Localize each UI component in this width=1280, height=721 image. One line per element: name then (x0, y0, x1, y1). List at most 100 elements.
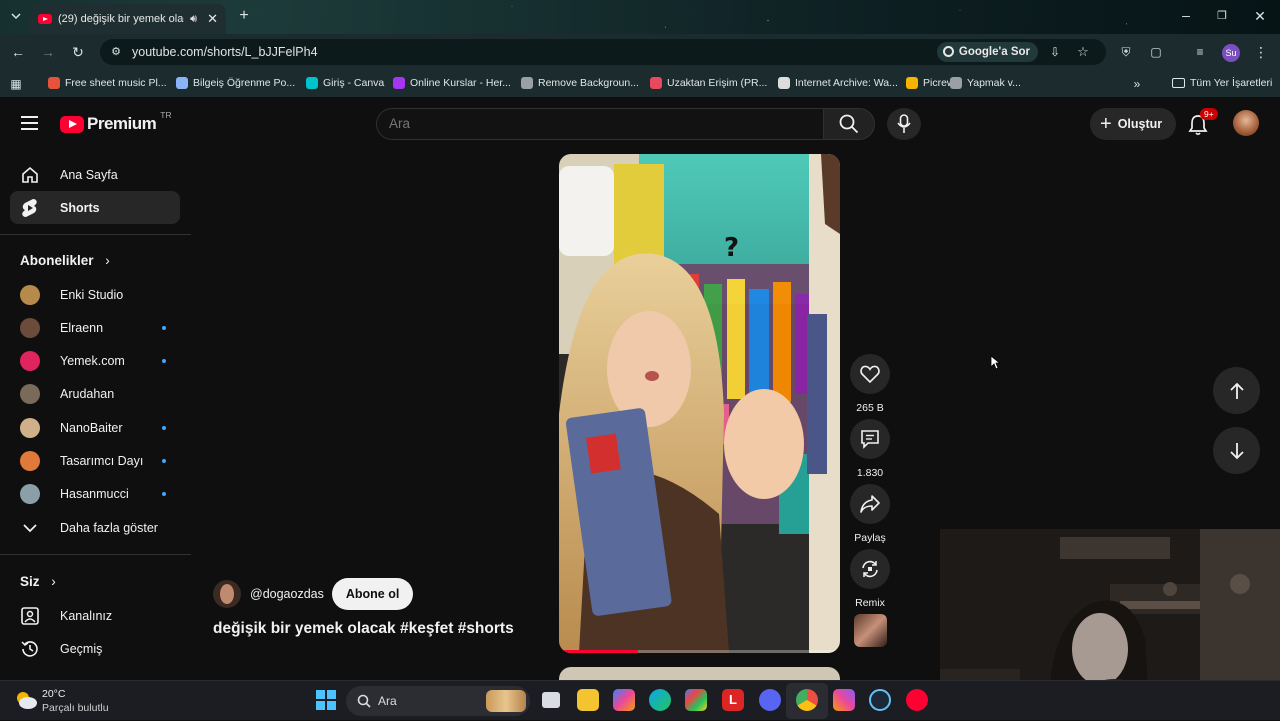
google-ask-button[interactable]: Google'a Sor (936, 42, 1038, 62)
tab-audio-icon[interactable]: 🔊︎ (190, 13, 197, 26)
remix-action[interactable]: Remix (850, 549, 890, 609)
bookmark-item[interactable]: Remove Backgroun... (521, 77, 639, 89)
file-explorer-icon[interactable] (577, 689, 599, 711)
subscription-item[interactable]: Yemek.com (10, 345, 180, 378)
letter-l-app-icon[interactable]: L (722, 689, 744, 711)
weather-widget[interactable]: 20°C Parçalı bulutlu (0, 681, 130, 721)
media-control-icon[interactable]: ≡ (1192, 44, 1208, 60)
sidebar-item-shorts[interactable]: Shorts (10, 191, 180, 224)
profile-avatar[interactable]: Su (1222, 44, 1240, 62)
store-icon[interactable] (685, 689, 707, 711)
like-action[interactable]: 265 B (850, 354, 890, 414)
instagram-icon[interactable] (833, 689, 855, 711)
bookmarks-overflow-icon[interactable]: » (1130, 76, 1144, 92)
bookmark-item[interactable]: Bilgeiş Öğrenme Po... (176, 77, 295, 89)
taskbar-search[interactable]: Ara (346, 686, 530, 716)
show-more-label: Daha fazla göster (60, 520, 158, 535)
window-close-icon[interactable]: ✕ (1252, 8, 1268, 24)
share-icon (860, 495, 880, 513)
sound-thumbnail[interactable] (854, 614, 887, 647)
account-avatar[interactable] (1233, 110, 1259, 136)
minimize-icon[interactable]: – (1178, 7, 1194, 23)
back-icon[interactable]: ← (10, 44, 26, 60)
forward-icon[interactable]: → (40, 44, 56, 60)
all-bookmarks-folder[interactable]: Tüm Yer İşaretleri (1172, 77, 1272, 89)
subscription-item[interactable]: Hasanmucci (10, 478, 180, 511)
discord-icon[interactable] (759, 689, 781, 711)
like-button[interactable] (850, 354, 890, 394)
chevron-right-icon: › (51, 574, 56, 589)
install-app-icon[interactable]: ⇩ (1048, 44, 1062, 60)
search-input[interactable] (389, 116, 789, 131)
bookmark-favicon-icon (778, 77, 790, 89)
next-short-button[interactable] (1213, 427, 1260, 474)
remix-button[interactable] (850, 549, 890, 589)
you-header[interactable]: Siz › (20, 574, 56, 589)
browser-tab[interactable]: (29) değişik bir yemek olacak #keşfet #s… (30, 4, 226, 34)
channel-handle[interactable]: @dogaozdas (250, 587, 324, 601)
subscribe-button[interactable]: Abone ol (331, 578, 414, 610)
folder-icon (1172, 78, 1185, 88)
channel-avatar[interactable] (213, 580, 241, 608)
bookmark-item[interactable]: Uzaktan Erişim (PR... (650, 77, 767, 89)
reload-icon[interactable]: ↻ (70, 44, 86, 60)
copilot-icon[interactable] (613, 689, 635, 711)
new-tab-icon[interactable]: + (236, 8, 252, 24)
tab-search-icon[interactable] (8, 9, 24, 25)
bookmark-item[interactable]: Picrew (906, 77, 955, 89)
bookmark-star-icon[interactable]: ☆ (1076, 44, 1090, 60)
short-title[interactable]: değişik bir yemek olacak #keşfet #shorts (213, 620, 514, 638)
windows-start-icon[interactable] (316, 690, 336, 710)
create-button[interactable]: + Oluştur (1090, 108, 1176, 140)
bookmark-item[interactable]: Giriş - Canva (306, 77, 384, 89)
sidebar-item-your-channel[interactable]: Kanalınız (10, 599, 180, 632)
comment-action[interactable]: 1.830 (850, 419, 890, 479)
url-text[interactable]: youtube.com/shorts/L_bJJFelPh4 (132, 45, 318, 59)
subscription-item[interactable]: Arudahan (10, 378, 180, 411)
subscription-item[interactable]: NanoBaiter (10, 411, 180, 444)
hamburger-menu-icon[interactable] (21, 116, 38, 130)
edge-icon[interactable] (649, 689, 671, 711)
show-more-button[interactable]: Daha fazla göster (10, 511, 180, 544)
comment-icon (861, 430, 879, 449)
bookmark-item[interactable]: Yapmak v... (950, 77, 1021, 89)
bookmark-item[interactable]: Online Kurslar - Her... (393, 77, 511, 89)
shield-extension-icon[interactable]: ⛨ (1118, 44, 1134, 60)
site-info-icon[interactable]: ⚙ (109, 44, 123, 60)
bookmark-item[interactable]: Free sheet music Pl... (48, 77, 167, 89)
subscription-item[interactable]: Enki Studio (10, 278, 180, 311)
subscriptions-header[interactable]: Abonelikler › (20, 253, 110, 268)
extensions-icon[interactable]: ▢ (1148, 44, 1164, 60)
new-content-indicator (162, 325, 166, 330)
apps-grid-icon[interactable]: ▦ (9, 76, 23, 92)
notifications-button[interactable]: 9+ (1186, 108, 1218, 138)
previous-short-button[interactable] (1213, 367, 1260, 414)
browser-tab-bar: (29) değişik bir yemek olacak #keşfet #s… (0, 0, 1280, 34)
youtube-logo[interactable]: Premium TR (60, 110, 172, 134)
comment-button[interactable] (850, 419, 890, 459)
address-bar[interactable]: ⚙ youtube.com/shorts/L_bJJFelPh4 Google'… (100, 39, 1106, 65)
bookmark-label: Online Kurslar - Her... (410, 77, 511, 89)
youtube-music-icon[interactable] (906, 689, 928, 711)
short-video-player[interactable]: ? (559, 154, 840, 653)
new-content-indicator (162, 425, 166, 430)
share-label: Paylaş (854, 532, 886, 544)
share-button[interactable] (850, 484, 890, 524)
sidebar-item-history[interactable]: Geçmiş (10, 632, 180, 665)
steam-icon[interactable] (869, 689, 891, 711)
restore-icon[interactable]: ❐ (1214, 8, 1230, 24)
task-view-icon[interactable] (542, 692, 560, 708)
subscription-item[interactable]: Elraenn (10, 311, 180, 344)
create-label: Oluştur (1117, 117, 1163, 131)
tab-close-icon[interactable]: ✕ (207, 11, 218, 27)
bookmark-item[interactable]: Internet Archive: Wa... (778, 77, 898, 89)
sidebar-item-home[interactable]: Ana Sayfa (10, 158, 180, 191)
chrome-menu-icon[interactable]: ⋮ (1254, 44, 1268, 60)
search-box[interactable] (376, 108, 824, 140)
voice-search-button[interactable] (887, 108, 921, 140)
video-progress-bar[interactable] (559, 650, 840, 653)
search-button[interactable] (823, 108, 875, 140)
subscription-item[interactable]: Tasarımcı Dayı (10, 445, 180, 478)
share-action[interactable]: Paylaş (850, 484, 890, 544)
chevron-down-icon (20, 518, 40, 538)
